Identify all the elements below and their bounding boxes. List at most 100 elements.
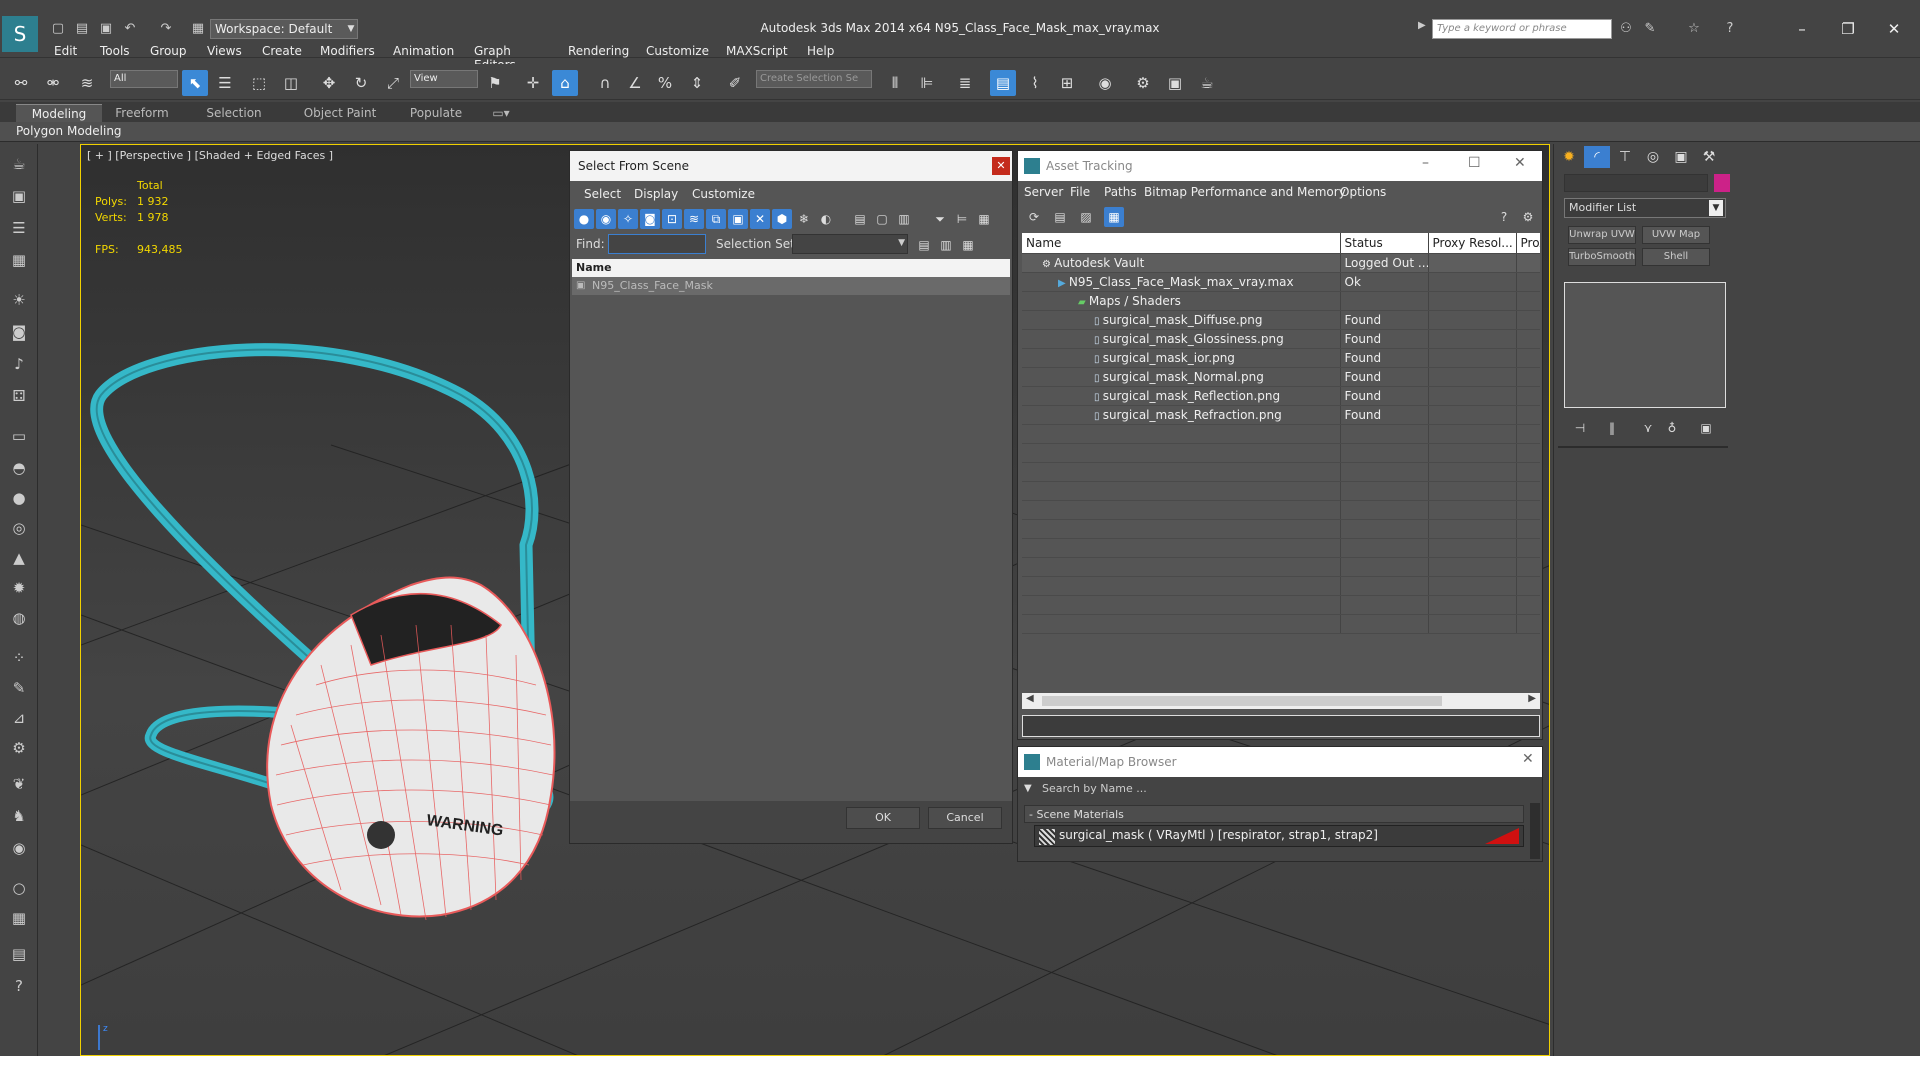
material-item[interactable]: surgical_mask ( VRayMtl ) [respirator, s… (1034, 825, 1524, 847)
menu-tools[interactable]: Tools (100, 44, 130, 58)
sun-icon[interactable]: ✹ (6, 576, 32, 600)
select-all-icon[interactable]: ▤ (850, 209, 870, 229)
link-icon[interactable]: ⚯ (8, 70, 34, 96)
minimize-button[interactable]: – (1780, 16, 1824, 42)
move-icon[interactable]: ✥ (316, 70, 342, 96)
calculator-icon[interactable]: ▦ (6, 906, 32, 930)
remove-modifier-icon[interactable]: ♁ (1662, 418, 1682, 438)
menu-modifiers[interactable]: Modifiers (320, 44, 375, 58)
menu-maxscript[interactable]: MAXScript (726, 44, 788, 58)
sfs-menu-display[interactable]: Display (634, 187, 678, 201)
hemisphere-icon[interactable]: ◓ (6, 456, 32, 480)
edit-selection-set-icon[interactable]: ▦ (958, 235, 978, 255)
menu-create[interactable]: Create (262, 44, 302, 58)
tab-freeform[interactable]: Freeform (104, 104, 180, 122)
filter-frozen-icon[interactable]: ❄ (794, 209, 814, 229)
selection-set-dropdown[interactable]: ▼ (792, 234, 908, 254)
browser-scrollbar[interactable] (1530, 803, 1540, 859)
table-row[interactable]: ▯ surgical_mask_Diffuse.png Found (1022, 310, 1540, 330)
camera-icon[interactable]: ◙ (6, 320, 32, 344)
maximize-icon[interactable]: ☐ (1468, 155, 1481, 171)
uvw-map-button[interactable]: UVW Map (1642, 226, 1710, 244)
ball-icon[interactable]: ◍ (6, 606, 32, 630)
star-icon[interactable]: ☆ (1684, 20, 1704, 38)
named-selection-dropdown[interactable]: Create Selection Se (756, 70, 872, 88)
paint-icon[interactable]: ✎ (6, 676, 32, 700)
modifier-stack[interactable] (1564, 282, 1726, 408)
table-row[interactable]: ▯ surgical_mask_ior.png Found (1022, 348, 1540, 368)
filter-bones-icon[interactable]: ✕ (750, 209, 770, 229)
mirror-icon[interactable]: ⫴ (882, 70, 908, 96)
list-view-icon[interactable]: ▤ (1050, 207, 1070, 227)
undo-icon[interactable]: ↶ (120, 20, 140, 38)
refresh-icon[interactable]: ⟳ (1024, 207, 1044, 227)
select-invert-icon[interactable]: ▥ (894, 209, 914, 229)
table-row[interactable]: ▯ surgical_mask_Normal.png Found (1022, 367, 1540, 387)
sfs-menu-select[interactable]: Select (584, 187, 621, 201)
sfs-menu-customize[interactable]: Customize (692, 187, 755, 201)
tab-modeling[interactable]: Modeling (16, 104, 102, 122)
sfs-column-name[interactable]: Name (572, 259, 1010, 277)
filter-funnel-icon[interactable]: ⏷ (930, 209, 950, 229)
maximize-button[interactable]: ❐ (1826, 16, 1870, 42)
reference-coordinate-dropdown[interactable]: View (410, 70, 478, 88)
plane-icon[interactable]: ▭ (6, 424, 32, 448)
table-row[interactable]: ▯ surgical_mask_Glossiness.png Found (1022, 329, 1540, 349)
help-icon[interactable]: ? (1720, 20, 1740, 38)
close-icon[interactable]: ✕ (1514, 155, 1526, 171)
list-item[interactable]: ▣ N95_Class_Face_Mask (572, 277, 1010, 295)
asset-path-field[interactable] (1022, 715, 1540, 737)
rendered-frame-icon[interactable]: ▣ (1162, 70, 1188, 96)
new-file-icon[interactable]: ▢ (48, 20, 68, 38)
scroll-thumb[interactable] (1042, 696, 1442, 706)
utilities-tab-icon[interactable]: ⚒ (1696, 146, 1722, 168)
settings-icon[interactable]: ⚙ (1518, 207, 1538, 227)
torus-icon[interactable]: ◎ (6, 516, 32, 540)
list-icon[interactable]: ☰ (6, 216, 32, 240)
app-logo-icon[interactable]: S (2, 16, 38, 52)
layer-explorer-icon[interactable]: ≣ (952, 70, 978, 96)
tab-object-paint[interactable]: Object Paint (292, 104, 388, 122)
filter-shapes-icon[interactable]: ◉ (596, 209, 616, 229)
turbosmooth-button[interactable]: TurboSmooth (1568, 248, 1636, 266)
white-sphere-icon[interactable]: ○ (6, 876, 32, 900)
col-name[interactable]: Name (1022, 233, 1341, 254)
bind-space-warp-icon[interactable]: ≋ (74, 70, 100, 96)
add-selection-set-icon[interactable]: ▤ (914, 235, 934, 255)
filter-helpers-icon[interactable]: ⊡ (662, 209, 682, 229)
menu-animation[interactable]: Animation (393, 44, 454, 58)
pin-stack-icon[interactable]: ⊣ (1570, 418, 1590, 438)
menu-help[interactable]: Help (807, 44, 834, 58)
select-object-icon[interactable]: ⬉ (182, 70, 208, 96)
pivot-center-icon[interactable]: ⚑ (482, 70, 508, 96)
filter-containers-icon[interactable]: ⬢ (772, 209, 792, 229)
filter-hidden-icon[interactable]: ◐ (816, 209, 836, 229)
print-icon[interactable]: ▤ (6, 942, 32, 966)
show-end-result-icon[interactable]: ‖ (1602, 418, 1622, 438)
cancel-button[interactable]: Cancel (928, 807, 1002, 829)
select-none-icon[interactable]: ▢ (872, 209, 892, 229)
col-proxy-resolution[interactable]: Proxy Resol... (1428, 233, 1517, 254)
rotate-icon[interactable]: ↻ (348, 70, 374, 96)
col-proxy[interactable]: Prox (1516, 233, 1540, 254)
table-row[interactable]: ⚙ Autodesk Vault Logged Out ... (1022, 253, 1540, 273)
shader-icon[interactable]: ◉ (6, 836, 32, 860)
at-menu-options[interactable]: Options (1340, 185, 1386, 199)
modifier-list-dropdown[interactable]: Modifier List ▼ (1564, 198, 1726, 218)
hierarchy-tab-icon[interactable]: ⊤ (1612, 146, 1638, 168)
thumbnail-view-icon[interactable]: ▨ (1076, 207, 1096, 227)
find-input[interactable] (608, 234, 706, 254)
select-from-scene-title[interactable]: Select From Scene (570, 151, 1012, 181)
spinner-snap-icon[interactable]: ⇕ (684, 70, 710, 96)
gear-icon[interactable]: ⚙ (6, 736, 32, 760)
filter-cameras-icon[interactable]: ◙ (640, 209, 660, 229)
viewport-icon[interactable]: ▣ (6, 184, 32, 208)
plant-icon[interactable]: ❦ (6, 772, 32, 796)
percent-snap-icon[interactable]: % (652, 70, 678, 96)
question-icon[interactable]: ? (6, 974, 32, 998)
particles-icon[interactable]: ⁘ (6, 646, 32, 670)
menu-customize[interactable]: Customize (646, 44, 709, 58)
ribbon-options-icon[interactable]: ▭▾ (486, 104, 516, 122)
close-button[interactable]: ✕ (1872, 16, 1916, 42)
open-file-icon[interactable]: ▤ (72, 20, 92, 38)
